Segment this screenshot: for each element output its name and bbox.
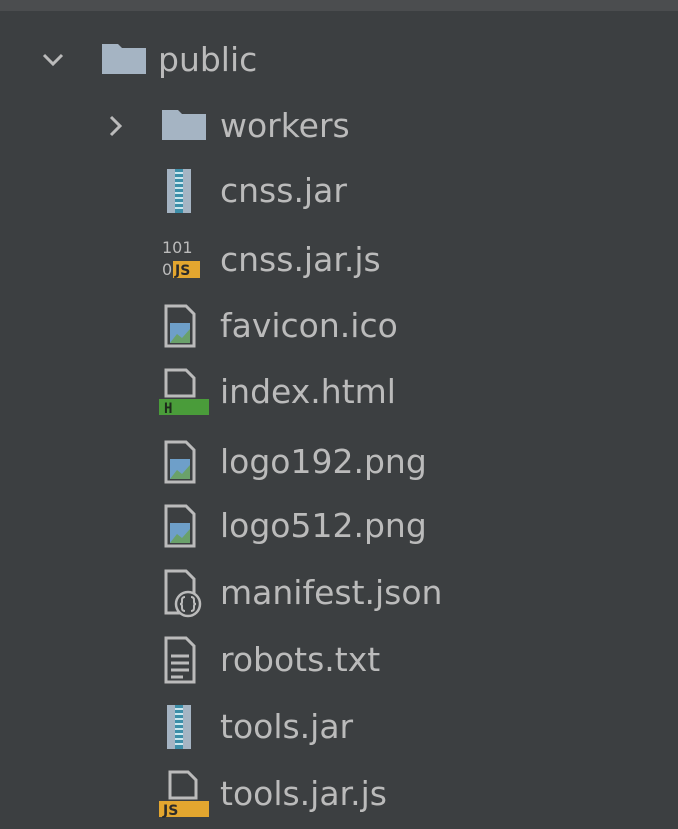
folder-icon [158, 94, 210, 158]
tree-item-label: cnss.jar.js [220, 240, 381, 279]
tree-row-file[interactable]: H index.html [0, 360, 678, 424]
tree-item-label: tools.jar.js [220, 774, 387, 813]
panel-top-border [0, 0, 678, 11]
tree-item-label: index.html [220, 372, 396, 411]
icon-text-bottom: 0 [162, 260, 172, 279]
tree-row-file[interactable]: cnss.jar [0, 159, 678, 223]
tree-row-file[interactable]: logo512.png [0, 494, 678, 558]
js-badge-text: JS [162, 803, 178, 819]
tree-row-file[interactable]: favicon.ico [0, 294, 678, 358]
tree-row-file[interactable]: manifest.json [0, 561, 678, 625]
tree-row-file[interactable]: JS tools.jar.js [0, 762, 678, 826]
jar-archive-icon [158, 159, 210, 223]
tree-row-public[interactable]: public [0, 28, 678, 92]
image-file-icon [158, 430, 210, 494]
js-badge-text: JS [174, 263, 190, 279]
jar-archive-icon [158, 695, 210, 759]
tree-item-label: logo192.png [220, 442, 427, 481]
tree-row-file[interactable]: robots.txt [0, 628, 678, 692]
html-file-icon: H [158, 360, 210, 424]
tree-item-label: robots.txt [220, 640, 381, 679]
json-file-icon [158, 561, 210, 625]
image-file-icon [158, 294, 210, 358]
text-file-icon [158, 628, 210, 692]
tree-item-label: logo512.png [220, 506, 427, 545]
tree-item-label: manifest.json [220, 573, 443, 612]
tree-row-file[interactable]: logo192.png [0, 430, 678, 494]
js-file-icon: JS [158, 762, 210, 826]
js-binary-icon: 101 0 JS [158, 228, 210, 292]
tree-item-label: cnss.jar [220, 171, 347, 210]
project-tree-panel: public workers cnss.jar 101 0 JS cnss.ja… [0, 0, 678, 829]
chevron-right-icon[interactable] [100, 94, 130, 158]
icon-text-top: 101 [162, 238, 193, 257]
tree-item-label: favicon.ico [220, 306, 398, 345]
tree-row-file[interactable]: tools.jar [0, 695, 678, 759]
tree-item-label: workers [220, 106, 350, 145]
tree-row-file[interactable]: 101 0 JS cnss.jar.js [0, 228, 678, 292]
folder-icon [98, 28, 150, 92]
tree-row-workers[interactable]: workers [0, 94, 678, 158]
chevron-down-icon[interactable] [38, 28, 68, 92]
html-badge-text: H [164, 401, 172, 417]
tree-item-label: tools.jar [220, 707, 354, 746]
tree-item-label: public [158, 40, 258, 79]
image-file-icon [158, 494, 210, 558]
